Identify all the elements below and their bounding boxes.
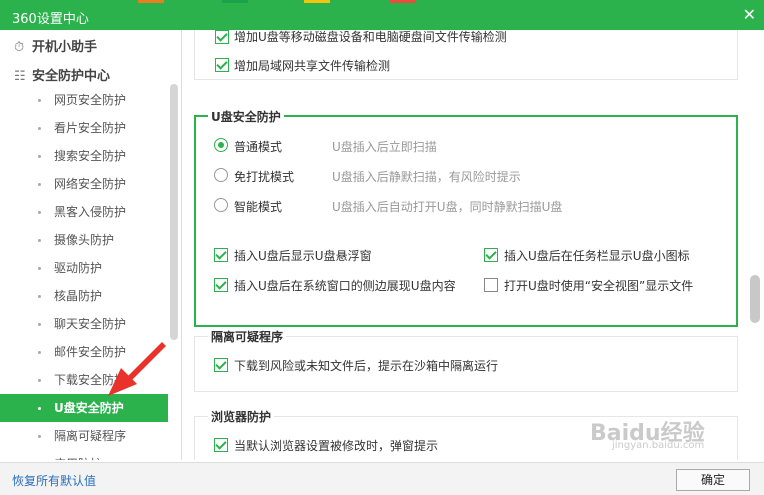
sidebar-item[interactable]: 摄像头防护: [0, 226, 168, 254]
sidebar-item-label: 应用防护: [54, 450, 102, 460]
window-title: 360设置中心: [12, 12, 89, 27]
sidebar-item-label: 驱动防护: [54, 261, 103, 275]
checkbox-browser-alert-label: 当默认浏览器设置被修改时，弹窗提示: [234, 439, 439, 453]
shield-grid-icon: ☷: [14, 69, 26, 84]
radio-quiet-mode-label: 免打扰模式: [234, 170, 295, 184]
bullet-icon: [38, 407, 41, 410]
radio-smart-mode[interactable]: [214, 198, 228, 212]
color-stripe: [138, 0, 164, 3]
main-scrollbar-thumb[interactable]: [750, 275, 760, 323]
bullet-icon: [38, 183, 41, 186]
checkbox-usb-float-window-label: 插入U盘后显示U盘悬浮窗: [234, 249, 372, 263]
bullet-icon: [38, 435, 41, 438]
bullet-icon: [38, 99, 41, 102]
sidebar-item-label: 邮件安全防护: [54, 345, 127, 359]
checkbox-sandbox-isolate-label: 下载到风险或未知文件后，提示在沙箱中隔离运行: [234, 359, 499, 373]
footer: 恢复所有默认值 确定: [0, 462, 764, 495]
sidebar-group-security-center[interactable]: ☷ 安全防护中心: [14, 65, 110, 84]
sidebar-item[interactable]: 应用防护: [0, 450, 168, 460]
sidebar-item[interactable]: 下载安全防护: [0, 366, 168, 394]
smart-mode-desc: U盘插入后自动打开U盘，同时静默扫描U盘: [332, 200, 563, 214]
sidebar-item-label: 下载安全防护: [54, 373, 127, 387]
sidebar-item[interactable]: 网络安全防护: [0, 170, 168, 198]
color-stripe: [304, 0, 330, 3]
isolate-title: 隔离可疑程序: [208, 328, 287, 345]
checkbox-usb-taskbar-icon-label: 插入U盘后在任务栏显示U盘小图标: [504, 249, 690, 263]
radio-normal-mode[interactable]: [214, 138, 228, 152]
browser-title: 浏览器防护: [208, 408, 275, 425]
bullet-icon: [38, 379, 41, 382]
settings-panel: 增加U盘等移动磁盘设备和电脑硬盘间文件传输检测 增加局域网共享文件传输检测 U盘…: [182, 30, 747, 460]
sidebar-item-label: 黑客入侵防护: [54, 205, 127, 219]
radio-normal-mode-label: 普通模式: [234, 140, 283, 154]
checkbox-usb-disk-transfer[interactable]: [215, 30, 229, 44]
bullet-icon: [38, 295, 41, 298]
bullet-icon: [38, 351, 41, 354]
title-bar: 360设置中心 ✕: [0, 0, 764, 30]
sidebar-item[interactable]: 核晶防护: [0, 282, 168, 310]
bullet-icon: [38, 267, 41, 270]
checkbox-browser-alert[interactable]: [214, 438, 228, 452]
sidebar-item-label: 搜索安全防护: [54, 149, 127, 163]
checkbox-sandbox-isolate[interactable]: [214, 358, 228, 372]
sidebar-scrollbar[interactable]: [170, 84, 178, 340]
sidebar-group-boot-helper[interactable]: ⏱ 开机小助手: [14, 36, 97, 55]
sidebar: ⏱ 开机小助手 ☷ 安全防护中心 网页安全防护 看片安全防护 搜索安全防护 网络安全防护黑…: [0, 30, 168, 460]
checkbox-usb-safe-view[interactable]: [484, 278, 498, 292]
sidebar-item[interactable]: 网页安全防护: [0, 86, 168, 114]
bullet-icon: [38, 239, 41, 242]
color-stripe: [222, 0, 248, 3]
color-stripe: [390, 0, 416, 3]
close-icon[interactable]: ✕: [743, 5, 756, 24]
sidebar-item[interactable]: U盘安全防护: [0, 394, 168, 422]
sidebar-item[interactable]: 聊天安全防护: [0, 310, 168, 338]
checkbox-usb-side-content[interactable]: [214, 278, 228, 292]
sidebar-item-label: 聊天安全防护: [54, 317, 127, 331]
sidebar-item-label: 网络安全防护: [54, 177, 127, 191]
clock-icon: ⏱: [14, 40, 25, 55]
checkbox-usb-taskbar-icon[interactable]: [484, 248, 498, 262]
quiet-mode-desc: U盘插入后静默扫描，有风险时提示: [332, 170, 521, 184]
sidebar-item-label: 网页安全防护: [54, 93, 127, 107]
normal-mode-desc: U盘插入后立即扫描: [332, 140, 437, 154]
checkbox-lan-share-label: 增加局域网共享文件传输检测: [234, 59, 391, 73]
bullet-icon: [38, 155, 41, 158]
bullet-icon: [38, 127, 41, 130]
checkbox-lan-share[interactable]: [215, 58, 229, 72]
radio-smart-mode-label: 智能模式: [234, 200, 283, 214]
sidebar-item[interactable]: 隔离可疑程序: [0, 422, 168, 450]
sidebar-item[interactable]: 驱动防护: [0, 254, 168, 282]
sidebar-item-label: 隔离可疑程序: [54, 429, 127, 443]
sidebar-item-label: U盘安全防护: [54, 401, 124, 415]
sidebar-item-label: 核晶防护: [54, 289, 103, 303]
checkbox-usb-safe-view-label: 打开U盘时使用“安全视图”显示文件: [504, 279, 694, 293]
checkbox-usb-float-window[interactable]: [214, 248, 228, 262]
main-scrollbar[interactable]: [750, 30, 760, 460]
ok-button[interactable]: 确定: [676, 469, 750, 491]
sidebar-item-label: 摄像头防护: [54, 233, 115, 247]
bullet-icon: [38, 211, 41, 214]
sidebar-item[interactable]: 搜索安全防护: [0, 142, 168, 170]
sidebar-item-label: 看片安全防护: [54, 121, 127, 135]
bullet-icon: [38, 323, 41, 326]
checkbox-usb-disk-transfer-label: 增加U盘等移动磁盘设备和电脑硬盘间文件传输检测: [234, 30, 507, 44]
sidebar-item[interactable]: 黑客入侵防护: [0, 198, 168, 226]
sidebar-item[interactable]: 看片安全防护: [0, 114, 168, 142]
radio-quiet-mode[interactable]: [214, 168, 228, 182]
checkbox-usb-side-content-label: 插入U盘后在系统窗口的侧边展现U盘内容: [234, 279, 456, 293]
watermark-url: jingyan.baidu.com: [612, 440, 705, 451]
restore-defaults-link[interactable]: 恢复所有默认值: [12, 472, 96, 489]
usb-protection-title: U盘安全防护: [208, 108, 284, 125]
sidebar-item[interactable]: 邮件安全防护: [0, 338, 168, 366]
